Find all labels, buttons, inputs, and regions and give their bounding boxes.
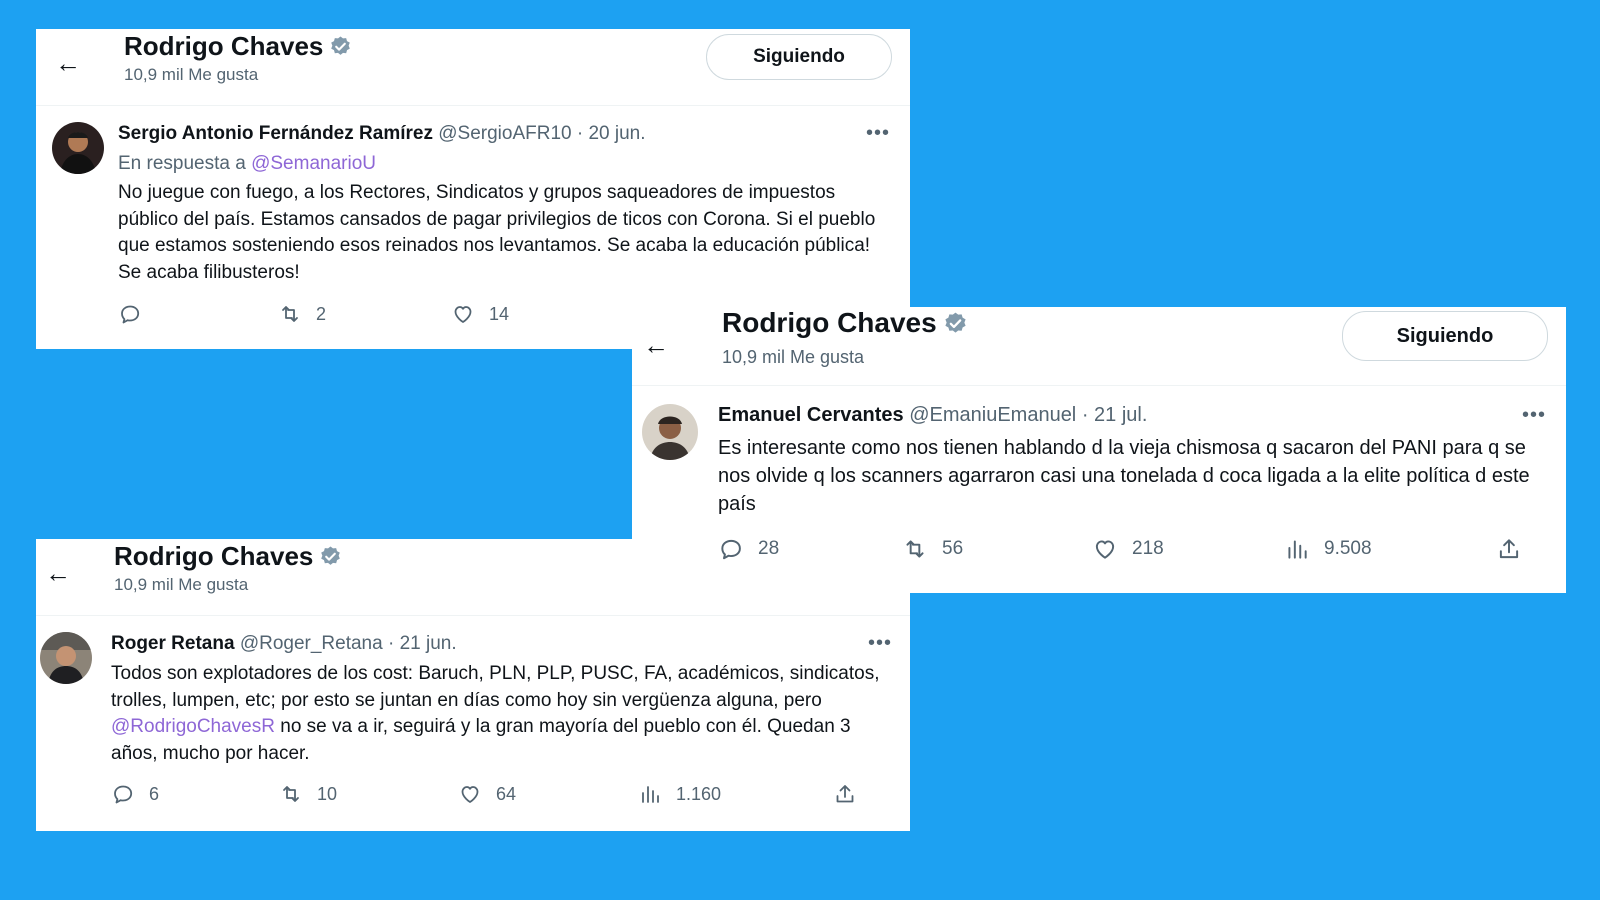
like-count: 14 — [489, 303, 510, 324]
share-button[interactable] — [833, 782, 857, 806]
heart-icon — [1095, 540, 1115, 559]
mention-link[interactable]: @RodrigoChavesR — [111, 716, 275, 737]
share-icon — [1499, 539, 1519, 559]
author-handle[interactable]: @Roger_Retana — [240, 633, 383, 654]
views-chart-icon — [642, 786, 659, 803]
avatar[interactable] — [642, 404, 698, 460]
profile-likes-count: 10,9 mil Me gusta — [722, 347, 865, 367]
retweet-count: 2 — [316, 303, 327, 324]
profile-likes-count: 10,9 mil Me gusta — [124, 65, 259, 84]
tweet-text: No juegue con fuego, a los Rectores, Sin… — [118, 182, 876, 283]
author-name[interactable]: Roger Retana — [111, 633, 235, 654]
views-count: 9.508 — [1324, 538, 1372, 559]
tweet-date[interactable]: · 20 jun. — [577, 123, 646, 144]
profile-name: Rodrigo Chaves — [124, 31, 352, 62]
back-arrow-icon[interactable]: ← — [50, 45, 86, 81]
share-button[interactable] — [1496, 536, 1522, 562]
reply-count: 28 — [758, 538, 780, 559]
reply-button[interactable] — [118, 302, 142, 326]
retweet-icon — [906, 540, 924, 558]
author-name[interactable]: Sergio Antonio Fernández Ramírez — [118, 123, 433, 144]
like-button[interactable]: 218 — [1092, 536, 1164, 562]
reply-icon — [121, 305, 140, 324]
profile-header: ← Rodrigo Chaves 10,9 mil Me gusta Sigui… — [632, 307, 1566, 386]
reply-count: 6 — [149, 783, 160, 804]
following-button[interactable]: Siguiendo — [1342, 311, 1548, 361]
tweet-header: Roger Retana @Roger_Retana · 21 jun. — [111, 633, 457, 655]
tweet-actions: 28 56 218 9.508 — [718, 536, 1528, 566]
tweet-actions: 2 14 — [118, 302, 718, 332]
author-handle[interactable]: @EmaniuEmanuel — [909, 404, 1076, 426]
heart-icon — [454, 306, 472, 323]
retweet-button[interactable]: 2 — [278, 302, 326, 326]
views-chart-icon — [1288, 540, 1307, 559]
retweet-icon — [283, 786, 299, 802]
tweet-actions: 6 10 64 1.160 — [111, 782, 881, 812]
following-button[interactable]: Siguiendo — [706, 34, 892, 80]
back-arrow-icon[interactable]: ← — [638, 327, 674, 363]
tweet-screenshot-2: ← Rodrigo Chaves 10,9 mil Me gusta Sigui… — [632, 307, 1566, 593]
profile-name: Rodrigo Chaves — [114, 541, 342, 572]
more-options-icon[interactable]: ••• — [866, 122, 890, 145]
reply-to-link[interactable]: @SemanarioU — [251, 153, 376, 174]
like-count: 64 — [496, 783, 517, 804]
reply-icon — [114, 785, 133, 804]
like-button[interactable]: 14 — [451, 302, 509, 326]
retweet-button[interactable]: 56 — [902, 536, 963, 562]
retweet-icon — [282, 306, 298, 322]
tweet-header: Emanuel Cervantes @EmaniuEmanuel · 21 ju… — [718, 404, 1147, 427]
profile-name: Rodrigo Chaves — [722, 307, 968, 339]
verified-badge-icon — [331, 36, 351, 55]
reply-button[interactable]: 28 — [718, 536, 779, 562]
retweet-count: 56 — [942, 538, 964, 559]
author-name[interactable]: Emanuel Cervantes — [718, 404, 904, 426]
share-icon — [836, 785, 854, 803]
more-options-icon[interactable]: ••• — [1522, 404, 1546, 427]
more-options-icon[interactable]: ••• — [868, 632, 892, 655]
author-handle[interactable]: @SergioAFR10 — [438, 123, 571, 144]
tweet-date[interactable]: · 21 jun. — [388, 633, 457, 654]
profile-likes-count: 10,9 mil Me gusta — [114, 575, 249, 594]
back-arrow-icon[interactable]: ← — [40, 555, 76, 591]
tweet-screenshot-1: ← Rodrigo Chaves 10,9 mil Me gusta Sigui… — [36, 29, 910, 349]
views-button[interactable]: 1.160 — [638, 782, 721, 806]
avatar[interactable] — [52, 122, 104, 174]
tweet-text: Es interesante como nos tienen hablando … — [718, 437, 1530, 515]
reply-context: En respuesta a @SemanarioU — [118, 153, 376, 174]
like-count: 218 — [1132, 538, 1164, 559]
retweet-count: 10 — [317, 783, 338, 804]
tweet-text: Todos son explotadores de los cost: Baru… — [111, 663, 880, 764]
like-button[interactable]: 64 — [458, 782, 516, 806]
heart-icon — [461, 786, 479, 803]
verified-badge-icon — [945, 312, 966, 333]
views-count: 1.160 — [676, 783, 722, 804]
reply-button[interactable]: 6 — [111, 782, 159, 806]
profile-header: ← Rodrigo Chaves 10,9 mil Me gusta Sigui… — [36, 29, 910, 106]
tweet-date[interactable]: · 21 jul. — [1082, 404, 1148, 426]
views-button[interactable]: 9.508 — [1284, 536, 1372, 562]
tweet-header: Sergio Antonio Fernández Ramírez @Sergio… — [118, 123, 646, 145]
avatar[interactable] — [40, 632, 92, 684]
verified-badge-icon — [321, 546, 341, 565]
reply-icon — [721, 539, 741, 560]
retweet-button[interactable]: 10 — [279, 782, 337, 806]
